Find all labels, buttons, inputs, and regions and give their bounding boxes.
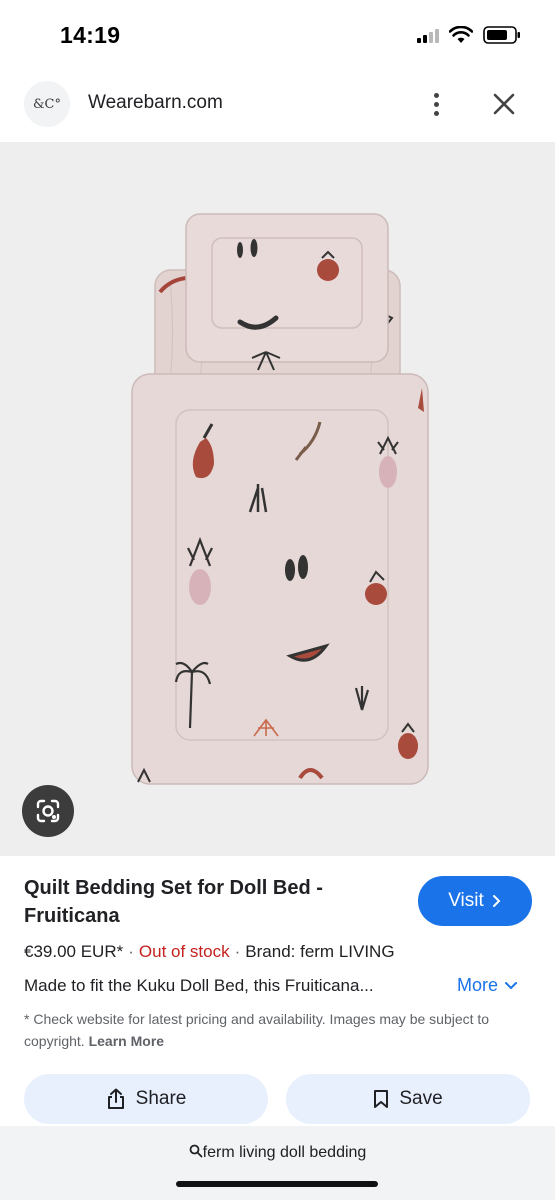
product-title[interactable]: Quilt Bedding Set for Doll Bed - Fruitic…: [24, 874, 394, 930]
learn-more-link[interactable]: Learn More: [89, 1033, 164, 1049]
chevron-down-icon: [505, 981, 518, 989]
product-meta: €39.00 EUR* · Out of stock · Brand: ferm LIV…: [24, 942, 395, 961]
stock-status: Out of stock: [138, 942, 230, 961]
site-logo[interactable]: &C°: [24, 81, 70, 127]
share-icon: [107, 1088, 124, 1109]
site-header: &C° Wearebarn.com: [0, 68, 555, 142]
visit-label: Visit: [448, 890, 484, 911]
visit-button[interactable]: Visit: [418, 876, 532, 926]
more-button[interactable]: More: [457, 975, 518, 996]
product-image[interactable]: [0, 142, 555, 856]
share-button[interactable]: Share: [24, 1074, 268, 1124]
share-label: Share: [135, 1088, 187, 1109]
more-label: More: [457, 975, 499, 995]
quilt-bedding-illustration: [131, 213, 429, 785]
search-query-text: ferm living doll bedding: [202, 1144, 367, 1161]
status-time: 14:19: [60, 22, 121, 48]
product-price: €39.00 EUR*: [24, 942, 124, 961]
google-lens-button[interactable]: [22, 785, 74, 837]
status-icons: [417, 26, 521, 44]
disclaimer: * Check website for latest pricing and a…: [24, 1008, 529, 1052]
chevron-right-icon: [492, 895, 501, 907]
home-indicator: [176, 1181, 378, 1187]
bookmark-icon: [374, 1090, 389, 1108]
save-label: Save: [399, 1088, 443, 1109]
search-query[interactable]: ferm living doll bedding: [0, 1144, 555, 1162]
search-icon: [189, 1144, 203, 1158]
more-options-icon[interactable]: [424, 88, 448, 120]
battery-icon: [483, 26, 520, 44]
lens-icon: [36, 799, 60, 823]
save-button[interactable]: Save: [286, 1074, 530, 1124]
close-icon[interactable]: [488, 88, 520, 120]
cellular-signal-icon: [417, 27, 439, 43]
wifi-icon: [449, 26, 473, 43]
product-info-panel: Quilt Bedding Set for Doll Bed - Fruitic…: [0, 856, 555, 1128]
status-bar: 14:19: [0, 0, 555, 68]
site-logo-text: &C°: [32, 96, 62, 112]
site-name[interactable]: Wearebarn.com: [88, 92, 223, 114]
product-description: Made to fit the Kuku Doll Bed, this Frui…: [24, 976, 374, 995]
bottom-search-bar: ferm living doll bedding: [0, 1126, 555, 1200]
product-brand: Brand: ferm LIVING: [245, 942, 395, 961]
